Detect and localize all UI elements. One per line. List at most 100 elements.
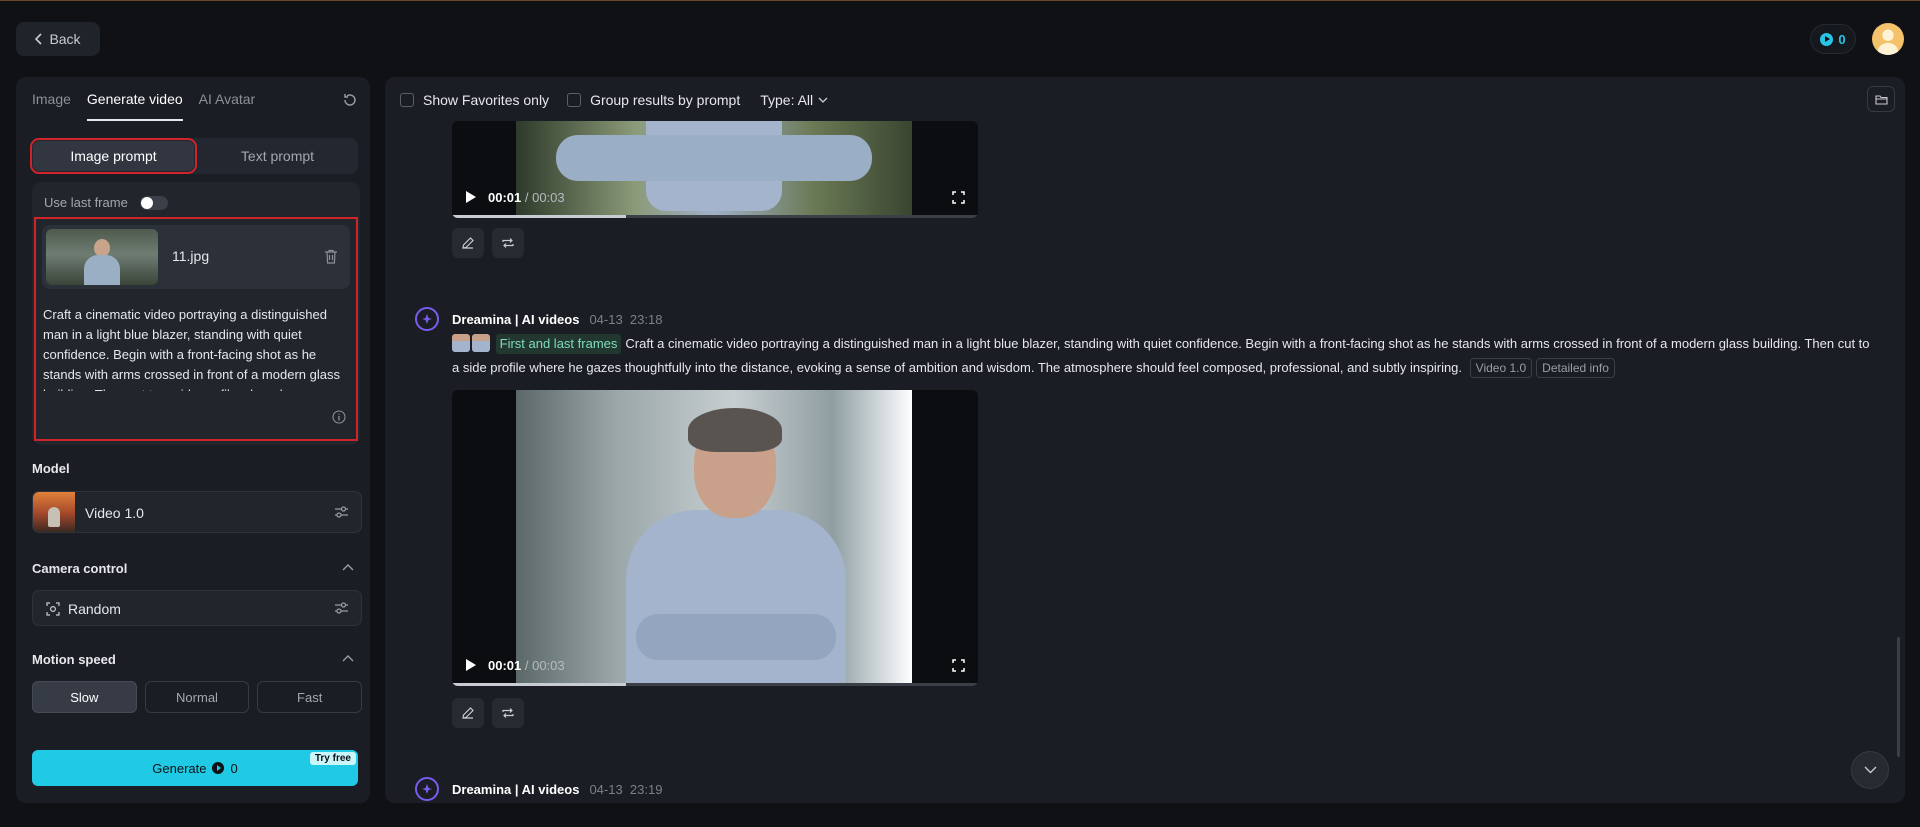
message-date: 04-13 23:18 bbox=[589, 311, 663, 327]
motion-speed-label: Motion speed bbox=[32, 652, 116, 667]
text-prompt-button[interactable]: Text prompt bbox=[197, 138, 358, 174]
credit-coin-icon bbox=[1820, 32, 1834, 46]
tab-generate-video[interactable]: Generate video bbox=[86, 91, 183, 121]
folder-button[interactable] bbox=[1867, 86, 1895, 112]
frames-tag: First and last frames bbox=[495, 334, 622, 354]
mode-tabs: Image Generate video AI Avatar bbox=[32, 91, 255, 121]
fullscreen-icon[interactable] bbox=[952, 191, 965, 204]
bot-name: Dreamina | AI videos bbox=[452, 781, 580, 797]
settings-sliders-icon[interactable] bbox=[334, 601, 349, 615]
message-header: Dreamina | AI videos 04-13 23:18 bbox=[415, 307, 662, 331]
video-controls: 00:01 / 00:03 bbox=[452, 178, 978, 218]
video-frame bbox=[516, 390, 912, 686]
chevron-down-icon bbox=[1864, 766, 1876, 774]
use-last-frame-label: Use last frame bbox=[44, 195, 128, 210]
repeat-icon bbox=[502, 708, 514, 718]
play-icon[interactable] bbox=[466, 659, 476, 671]
model-chip: Video 1.0 bbox=[1469, 358, 1533, 378]
bot-avatar bbox=[415, 307, 439, 331]
uploaded-file: 11.jpg bbox=[42, 225, 350, 289]
video-subject-arms bbox=[556, 135, 872, 181]
message-prompt: First and last frames Craft a cinematic v… bbox=[452, 332, 1872, 380]
bot-avatar bbox=[415, 777, 439, 801]
results-filters: Show Favorites only Group results by pro… bbox=[400, 90, 828, 110]
video-actions bbox=[452, 228, 524, 258]
dreamina-logo-icon bbox=[422, 314, 432, 324]
tab-ai-avatar[interactable]: AI Avatar bbox=[199, 91, 256, 121]
top-accent-line bbox=[0, 0, 1920, 1]
credits-count: 0 bbox=[1838, 31, 1846, 47]
type-label: Type: All bbox=[760, 92, 814, 108]
reset-icon[interactable] bbox=[342, 92, 358, 108]
credit-coin-icon bbox=[212, 762, 225, 774]
uploaded-image-thumbnail[interactable] bbox=[46, 229, 158, 285]
message-date: 04-13 23:19 bbox=[589, 781, 663, 797]
model-selector[interactable]: Video 1.0 bbox=[32, 491, 362, 533]
speed-slow-button[interactable]: Slow bbox=[32, 681, 137, 713]
trash-icon[interactable] bbox=[324, 249, 338, 264]
generate-cost: 0 bbox=[230, 760, 238, 776]
type-dropdown[interactable]: Type: All bbox=[760, 92, 828, 108]
file-name: 11.jpg bbox=[172, 248, 210, 264]
chevron-down-icon bbox=[818, 97, 828, 103]
image-prompt-button[interactable]: Image prompt bbox=[30, 138, 197, 174]
regenerate-button[interactable] bbox=[492, 698, 524, 728]
video-progress-fill bbox=[452, 683, 626, 686]
generation-panel: Image Generate video AI Avatar Image pro… bbox=[16, 77, 370, 803]
prompt-text: Craft a cinematic video portraying a dis… bbox=[452, 336, 1870, 375]
group-label: Group results by prompt bbox=[590, 92, 741, 108]
pencil-icon bbox=[462, 237, 474, 249]
video-time: 00:01 / 00:03 bbox=[488, 190, 565, 205]
chevron-up-icon[interactable] bbox=[342, 563, 354, 571]
edit-button[interactable] bbox=[452, 228, 484, 258]
video-controls: 00:01 / 00:03 bbox=[452, 646, 978, 686]
group-checkbox[interactable] bbox=[567, 93, 582, 107]
favorites-label: Show Favorites only bbox=[423, 92, 550, 108]
generate-button[interactable]: Generate 0 Try free bbox=[32, 750, 358, 786]
model-thumbnail bbox=[33, 492, 75, 532]
generate-label: Generate bbox=[152, 760, 207, 776]
speed-fast-button[interactable]: Fast bbox=[257, 681, 363, 713]
back-button[interactable]: Back bbox=[16, 22, 100, 56]
last-frame-thumbnail bbox=[472, 334, 490, 352]
video-subject-hair bbox=[688, 408, 782, 452]
regenerate-button[interactable] bbox=[492, 228, 524, 258]
model-label: Model bbox=[32, 461, 70, 476]
tab-image[interactable]: Image bbox=[32, 91, 71, 121]
scrollbar[interactable] bbox=[1897, 637, 1900, 757]
first-frame-thumbnail bbox=[452, 334, 470, 352]
model-name: Video 1.0 bbox=[85, 505, 144, 521]
credits-badge[interactable]: 0 bbox=[1810, 24, 1856, 54]
speed-normal-button[interactable]: Normal bbox=[144, 681, 250, 713]
favorites-checkbox[interactable] bbox=[400, 93, 414, 107]
video-player[interactable]: 00:01 / 00:03 bbox=[452, 390, 978, 686]
detailed-info-chip[interactable]: Detailed info bbox=[1536, 358, 1615, 378]
chevron-up-icon[interactable] bbox=[342, 654, 354, 662]
camera-control-selector[interactable]: Random bbox=[32, 590, 362, 626]
settings-sliders-icon[interactable] bbox=[334, 505, 349, 519]
back-label: Back bbox=[49, 31, 81, 47]
video-progress[interactable] bbox=[452, 215, 978, 218]
video-progress[interactable] bbox=[452, 683, 978, 686]
video-player[interactable]: 00:01 / 00:03 bbox=[452, 121, 978, 218]
motion-speed-options: Slow Normal Fast bbox=[32, 681, 363, 713]
fullscreen-icon[interactable] bbox=[952, 659, 965, 672]
prompt-card: Use last frame 11.jpg Craft a cinematic … bbox=[32, 182, 360, 445]
group-filter[interactable]: Group results by prompt bbox=[567, 92, 740, 108]
use-last-frame-row: Use last frame bbox=[44, 195, 168, 210]
edit-button[interactable] bbox=[452, 698, 484, 728]
message-header: Dreamina | AI videos 04-13 23:19 bbox=[415, 777, 662, 801]
favorites-filter[interactable]: Show Favorites only bbox=[400, 92, 549, 108]
video-time: 00:01 / 00:03 bbox=[488, 658, 565, 673]
scroll-down-button[interactable] bbox=[1851, 751, 1889, 789]
info-icon[interactable] bbox=[332, 410, 346, 424]
video-actions bbox=[452, 698, 524, 728]
play-icon[interactable] bbox=[466, 191, 476, 203]
pencil-icon bbox=[462, 707, 474, 719]
prompt-textarea[interactable]: Craft a cinematic video portraying a dis… bbox=[43, 305, 349, 391]
user-avatar[interactable] bbox=[1872, 23, 1904, 55]
use-last-frame-toggle[interactable] bbox=[139, 195, 168, 210]
results-panel: Show Favorites only Group results by pro… bbox=[385, 77, 1905, 803]
chevron-left-icon bbox=[35, 33, 43, 45]
video-progress-fill bbox=[452, 215, 626, 218]
